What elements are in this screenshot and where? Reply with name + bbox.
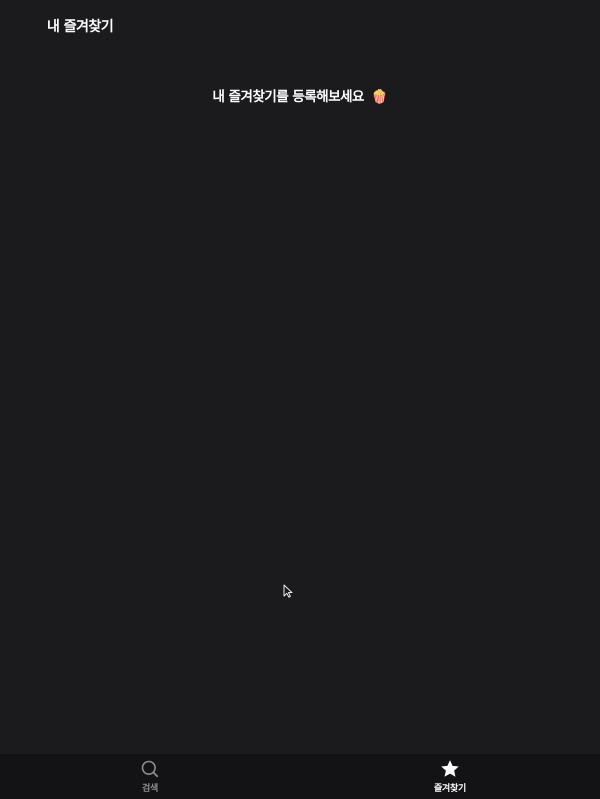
tab-search[interactable]: 검색 bbox=[0, 754, 300, 799]
app-screen: 내 즐겨찾기 내 즐겨찾기를 등록해보세요 🍿 검색 즐겨찾기 bbox=[0, 0, 600, 799]
search-icon bbox=[141, 760, 159, 778]
bottom-tab-bar: 검색 즐겨찾기 bbox=[0, 753, 600, 799]
popcorn-icon: 🍿 bbox=[371, 89, 388, 105]
empty-state-message: 내 즐겨찾기를 등록해보세요 🍿 bbox=[0, 85, 600, 105]
page-title: 내 즐겨찾기 bbox=[47, 19, 114, 35]
tab-favorites[interactable]: 즐겨찾기 bbox=[300, 754, 600, 799]
tab-search-label: 검색 bbox=[142, 784, 158, 794]
tab-favorites-label: 즐겨찾기 bbox=[434, 784, 466, 794]
mouse-cursor-icon bbox=[283, 584, 293, 598]
star-icon bbox=[441, 760, 459, 777]
empty-state-text: 내 즐겨찾기를 등록해보세요 bbox=[212, 89, 365, 105]
